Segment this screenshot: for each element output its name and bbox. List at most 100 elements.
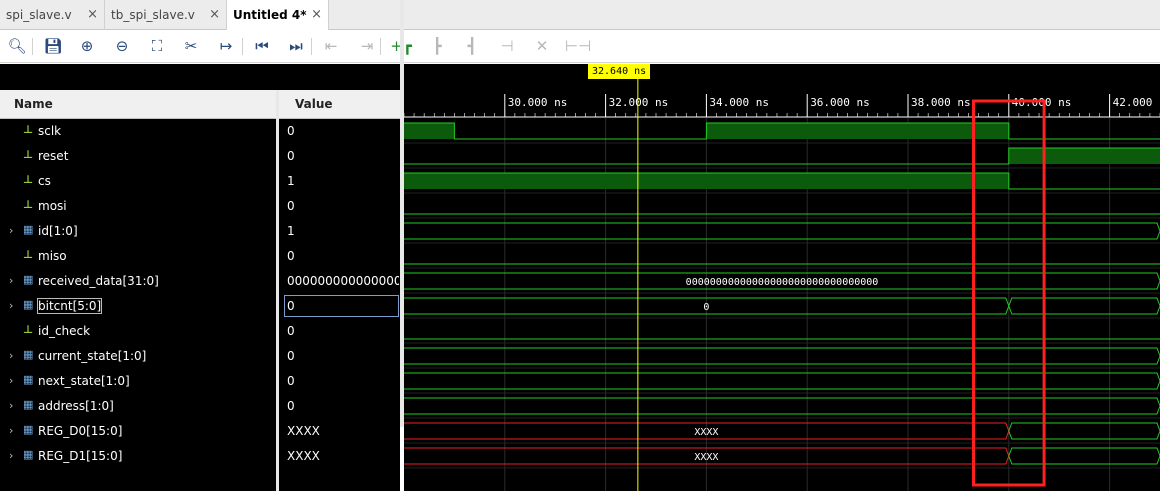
signal-row[interactable]: › ▦ received_data[31:0] 0000000000000000000…	[0, 269, 400, 294]
signal-row[interactable]: ⊥ reset 0	[0, 144, 400, 169]
search-icon[interactable]: 🔍︎	[6, 35, 28, 57]
tab-spi-slave-v[interactable]: spi_slave.v ×	[0, 0, 105, 30]
signal-row[interactable]: ⊥ cs 1	[0, 169, 400, 194]
signal-row[interactable]: ⊥ sclk 0	[0, 119, 400, 144]
waveform-svg[interactable]: 30.000 ns 32.000 ns 34.000 ns 36.000 ns 38.0…	[403, 64, 1160, 491]
save-icon[interactable]: 💾︎	[42, 35, 64, 57]
signal-row[interactable]: › ▦ current_state[1:0] 0	[0, 344, 400, 369]
bus-signal-icon: ▦	[23, 298, 34, 311]
signal-name: address[1:0]	[38, 399, 114, 413]
waveform-toolbar: 🔍︎💾︎⊕⊖⛶✂↦⏮⏭⇤⇥+┏┣┫⊣✕⊢⊣	[0, 30, 1160, 63]
bus-signal-icon: ▦	[23, 398, 34, 411]
chevron-right-icon[interactable]: ›	[9, 424, 13, 437]
bus-waveform	[1008, 422, 1160, 440]
signal-value: 00000000000000000000000000000000	[287, 274, 399, 288]
signal-name: id[1:0]	[38, 224, 78, 238]
signal-name: received_data[31:0]	[38, 274, 159, 288]
signal-row[interactable]: › ▦ id[1:0] 1	[0, 219, 400, 244]
zoom-out-icon[interactable]: ⊖	[111, 35, 133, 57]
bus-value-label: XXXX	[694, 452, 718, 463]
close-icon[interactable]: ×	[87, 0, 98, 30]
signal-value: 0	[287, 149, 295, 163]
signal-name: next_state[1:0]	[38, 374, 130, 388]
signal-row[interactable]: ⊥ mosi 0	[0, 194, 400, 219]
signal-name: bitcnt[5:0]	[36, 298, 103, 314]
zoom-in-icon[interactable]: ⊕	[76, 35, 98, 57]
bus-signal-icon: ▦	[23, 373, 34, 386]
zoom-fit-icon[interactable]: ⛶	[146, 35, 168, 57]
ruler-tick-label: 42.000 ns	[1113, 96, 1160, 109]
wave-high-fill	[1008, 148, 1160, 164]
bit-signal-icon: ⊥	[23, 198, 34, 211]
close-icon[interactable]: ×	[311, 0, 322, 30]
ruler-tick-label: 32.000 ns	[609, 96, 669, 109]
cursor-time-label: 32.640 ns	[588, 64, 651, 79]
signal-value: 0	[287, 124, 295, 138]
chevron-right-icon[interactable]: ›	[9, 349, 13, 362]
next-marker-icon[interactable]: ┫	[461, 35, 483, 57]
signal-value: 0	[287, 399, 295, 413]
signal-row[interactable]: › ▦ REG_D1[15:0] XXXX	[0, 444, 400, 469]
bit-signal-icon: ⊥	[23, 323, 34, 336]
toolbar-separator	[380, 38, 381, 55]
prev-marker-icon[interactable]: ┣	[426, 35, 448, 57]
bus-signal-icon: ▦	[23, 348, 34, 361]
delete-marker-icon[interactable]: ✕	[531, 35, 553, 57]
editor-tab-bar: spi_slave.v × tb_spi_slave.v × Untitled 4* ×	[0, 0, 1160, 31]
bus-waveform	[404, 222, 1160, 240]
tab-label: tb_spi_slave.v	[111, 8, 195, 22]
tab-label: Untitled 4*	[233, 8, 307, 22]
signal-value: 0	[287, 324, 295, 338]
ruler-tick-label: 30.000 ns	[508, 96, 568, 109]
bit-signal-icon: ⊥	[23, 148, 34, 161]
chevron-right-icon[interactable]: ›	[9, 374, 13, 387]
go-to-end-icon[interactable]: ⏭	[285, 35, 307, 57]
bit-signal-icon: ⊥	[23, 123, 34, 136]
signal-row[interactable]: › ▦ address[1:0] 0	[0, 394, 400, 419]
bus-value-label: XXXX	[694, 427, 718, 438]
signal-name: miso	[38, 249, 67, 263]
go-to-cursor-icon[interactable]: ↦	[215, 35, 237, 57]
signal-value: 1	[287, 224, 295, 238]
bus-signal-icon: ▦	[23, 448, 34, 461]
chevron-right-icon[interactable]: ›	[9, 274, 13, 287]
signal-value: 0	[287, 199, 295, 213]
prev-transition-icon[interactable]: ⇤	[320, 35, 342, 57]
go-to-start-icon[interactable]: ⏮	[251, 35, 273, 57]
tab-untitled-4[interactable]: Untitled 4* ×	[227, 0, 329, 31]
wave-high-fill	[404, 173, 1009, 189]
signal-list-panel: Name Value ⊥ sclk 0 ⊥ reset 0 ⊥ cs 1 ⊥ mosi 0 › ▦ id[1…	[0, 64, 400, 491]
bus-value-label: 0	[703, 302, 709, 313]
toolbar-separator	[32, 38, 33, 55]
name-column-header[interactable]: Name	[14, 90, 53, 119]
bus-waveform	[1008, 447, 1160, 465]
swap-cursor-icon[interactable]: ✂	[180, 35, 202, 57]
signal-row[interactable]: ⊥ miso 0	[0, 244, 400, 269]
signal-name: cs	[38, 174, 51, 188]
bus-signal-icon: ▦	[23, 223, 34, 236]
waveform-canvas[interactable]: 30.000 ns 32.000 ns 34.000 ns 36.000 ns 38.0…	[403, 64, 1160, 491]
chevron-right-icon[interactable]: ›	[9, 299, 13, 312]
chevron-right-icon[interactable]: ›	[9, 449, 13, 462]
close-icon[interactable]: ×	[209, 0, 220, 30]
signal-name: current_state[1:0]	[38, 349, 147, 363]
signal-row[interactable]: › ▦ REG_D0[15:0] XXXX	[0, 419, 400, 444]
swap-markers-icon[interactable]: ⊣	[496, 35, 518, 57]
signal-row[interactable]: › ▦ bitcnt[5:0] 0	[0, 294, 400, 319]
signal-name: reset	[38, 149, 69, 163]
value-column-header[interactable]: Value	[295, 90, 333, 119]
signal-row[interactable]: › ▦ next_state[1:0] 0	[0, 369, 400, 394]
chevron-right-icon[interactable]: ›	[9, 399, 13, 412]
bus-waveform	[404, 397, 1160, 415]
tab-tb-spi-slave-v[interactable]: tb_spi_slave.v ×	[105, 0, 227, 30]
signal-name: REG_D0[15:0]	[38, 424, 123, 438]
signal-row[interactable]: ⊥ id_check 0	[0, 319, 400, 344]
signal-value: 0	[287, 249, 295, 263]
snap-icon[interactable]: ⊢⊣	[565, 35, 591, 57]
signal-list-header: Name Value	[0, 90, 400, 119]
signal-value: XXXX	[287, 424, 320, 438]
next-transition-icon[interactable]: ⇥	[356, 35, 378, 57]
wave-high-fill	[404, 123, 455, 139]
ruler-tick-label: 36.000 ns	[810, 96, 870, 109]
chevron-right-icon[interactable]: ›	[9, 224, 13, 237]
